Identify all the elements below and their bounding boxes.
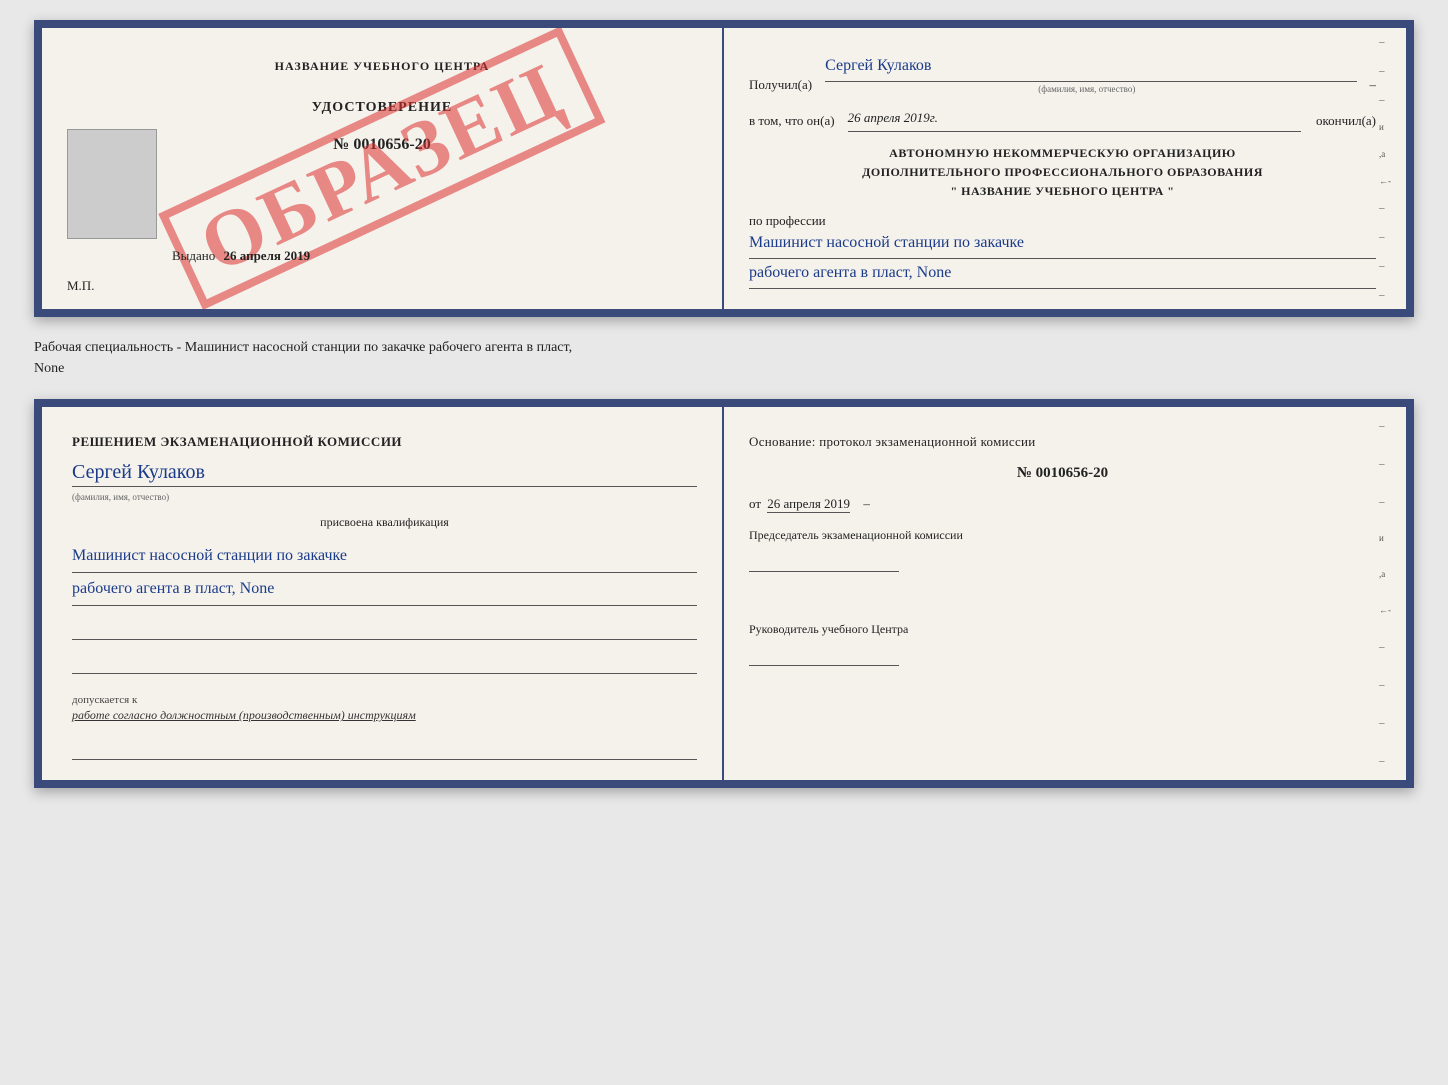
- name-hint-bottom: (фамилия, имя, отчество): [72, 492, 169, 502]
- blank-line-1: [72, 616, 697, 640]
- right-dashes: – – – и ,а ←- – – – –: [1379, 407, 1391, 780]
- commission-title: Решением экзаменационной комиссии: [72, 432, 697, 452]
- person-name-section: Сергей Кулаков (фамилия, имя, отчество): [72, 461, 697, 505]
- допускается-section: допускается к работе согласно должностны…: [72, 694, 697, 725]
- profession-section: по профессии Машинист насосной станции п…: [749, 213, 1376, 289]
- blank-line-2: [72, 650, 697, 674]
- top-right-dashes: – – – и ,а ←- – – – –: [1379, 28, 1391, 309]
- training-center-title: НАЗВАНИЕ УЧЕБНОГО ЦЕНТРА: [67, 58, 697, 75]
- org-line3: " НАЗВАНИЕ УЧЕБНОГО ЦЕНТРА ": [749, 182, 1376, 201]
- qualification-line2: рабочего агента в пласт, None: [72, 573, 697, 606]
- received-label: Получил(а): [749, 75, 812, 96]
- bottom-document: Решением экзаменационной комиссии Сергей…: [34, 399, 1414, 788]
- finished-label: окончил(а): [1316, 111, 1376, 132]
- assigned-text: присвоена квалификация: [72, 515, 697, 530]
- date-prefix: от: [749, 496, 761, 511]
- top-document: НАЗВАНИЕ УЧЕБНОГО ЦЕНТРА УДОСТОВЕРЕНИЕ №…: [34, 20, 1414, 317]
- bottom-doc-right: – – – и ,а ←- – – – – Основание: протоко…: [724, 407, 1406, 780]
- middle-text-line1: Рабочая специальность - Машинист насосно…: [34, 340, 572, 355]
- profession-line2: рабочего агента в пласт, None: [749, 259, 1376, 289]
- top-doc-right: – – – и ,а ←- – – – – Получил(а) Сергей …: [724, 28, 1406, 309]
- mp-label: М.П.: [67, 278, 94, 294]
- issued-label: Выдано: [172, 248, 215, 263]
- middle-text-block: Рабочая специальность - Машинист насосно…: [34, 332, 1414, 384]
- blank-line-3: [72, 736, 697, 760]
- spacer: [749, 586, 1376, 606]
- issued-line: Выдано 26 апреля 2019: [172, 248, 310, 264]
- chairman-sig-line: [749, 552, 899, 572]
- date-value: 26 апреля 2019г.: [848, 108, 1301, 132]
- middle-text-line2: None: [34, 361, 64, 376]
- chairman-label: Председатель экзаменационной комиссии: [749, 526, 1376, 544]
- received-row: Получил(а) Сергей Кулаков (фамилия, имя,…: [749, 53, 1376, 96]
- certificate-type: УДОСТОВЕРЕНИЕ: [67, 100, 697, 116]
- issued-date: 26 апреля 2019: [224, 248, 311, 263]
- top-doc-left: НАЗВАНИЕ УЧЕБНОГО ЦЕНТРА УДОСТОВЕРЕНИЕ №…: [42, 28, 724, 309]
- person-name: Сергей Кулаков: [72, 461, 697, 487]
- head-sig-line: [749, 646, 899, 666]
- protocol-number: № 0010656-20: [749, 465, 1376, 482]
- date-row: в том, что он(а) 26 апреля 2019г. окончи…: [749, 108, 1376, 132]
- org-line1: АВТОНОМНУЮ НЕКОММЕРЧЕСКУЮ ОРГАНИЗАЦИЮ: [749, 144, 1376, 163]
- received-name: Сергей Кулаков: [825, 53, 1356, 82]
- qualification-line1: Машинист насосной станции по закачке: [72, 540, 697, 573]
- допускается-value: работе согласно должностным (производств…: [72, 706, 697, 725]
- certificate-number: № 0010656-20: [67, 136, 697, 154]
- profession-line1: Машинист насосной станции по закачке: [749, 229, 1376, 259]
- bottom-doc-left: Решением экзаменационной комиссии Сергей…: [42, 407, 724, 780]
- basis-label: Основание: протокол экзаменационной коми…: [749, 432, 1376, 452]
- org-line2: ДОПОЛНИТЕЛЬНОГО ПРОФЕССИОНАЛЬНОГО ОБРАЗО…: [749, 163, 1376, 182]
- org-block: АВТОНОМНУЮ НЕКОММЕРЧЕСКУЮ ОРГАНИЗАЦИЮ ДО…: [749, 144, 1376, 202]
- protocol-date: от 26 апреля 2019 –: [749, 496, 1376, 512]
- name-hint-top: (фамилия, имя, отчество): [817, 82, 1356, 96]
- head-label: Руководитель учебного Центра: [749, 620, 1376, 638]
- head-block: Руководитель учебного Центра: [749, 620, 1376, 666]
- photo-placeholder: [67, 129, 157, 239]
- date-label: в том, что он(а): [749, 111, 835, 132]
- chairman-block: Председатель экзаменационной комиссии: [749, 526, 1376, 572]
- protocol-date-value: 26 апреля 2019: [767, 496, 850, 513]
- qualification-section: Машинист насосной станции по закачке раб…: [72, 540, 697, 606]
- допускается-label: допускается к: [72, 694, 137, 706]
- profession-label: по профессии: [749, 213, 1376, 229]
